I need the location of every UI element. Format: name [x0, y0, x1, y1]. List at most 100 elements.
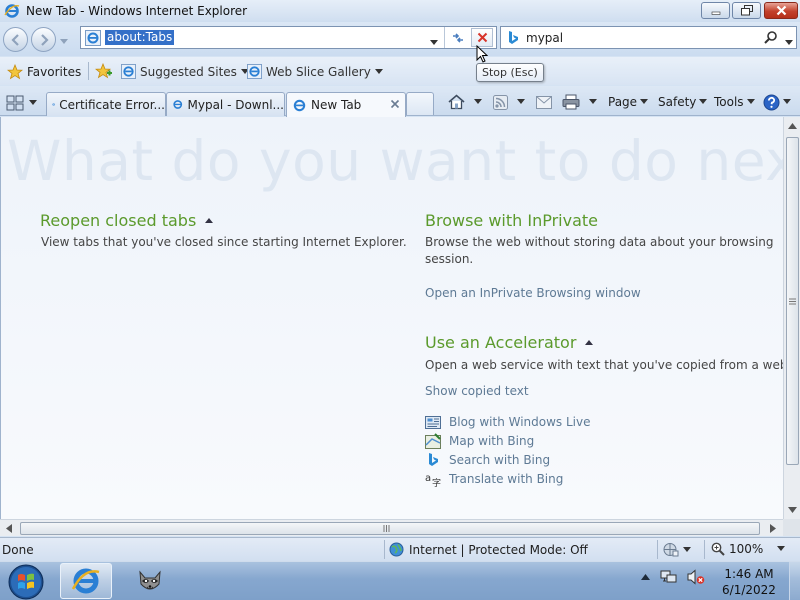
show-hidden-icons-icon[interactable]	[641, 574, 650, 580]
windows-live-icon	[425, 416, 441, 429]
minimize-button[interactable]	[701, 2, 730, 19]
recent-pages-dropdown[interactable]	[60, 34, 68, 48]
address-bar[interactable]: about:Tabs	[80, 26, 497, 49]
map-icon	[425, 433, 441, 449]
chevron-down-icon	[474, 99, 482, 104]
print-button[interactable]	[562, 92, 597, 112]
accelerator-item-blog[interactable]: Blog with Windows Live	[425, 414, 591, 430]
web-slice-gallery-label: Web Slice Gallery	[266, 64, 371, 79]
new-tab-button[interactable]	[406, 92, 434, 115]
close-tab-button[interactable]	[390, 98, 400, 112]
close-icon	[390, 99, 400, 109]
accelerator-item-search[interactable]: Search with Bing	[425, 452, 550, 468]
internet-explorer-icon	[71, 568, 100, 594]
taskbar-internet-explorer[interactable]	[60, 563, 112, 599]
add-favorite-icon	[94, 62, 112, 79]
tab-label: Mypal - Downl...	[187, 97, 285, 112]
accelerator-label: Translate with Bing	[449, 472, 564, 486]
search-text[interactable]: mypal	[526, 31, 563, 45]
speaker-muted-icon[interactable]	[687, 569, 705, 585]
address-dropdown[interactable]	[430, 35, 438, 49]
scroll-up-icon[interactable]	[788, 123, 797, 129]
scrollbar-corner	[783, 519, 800, 536]
pop-up-blocker-button[interactable]	[663, 542, 691, 557]
accelerator-label: Search with Bing	[449, 453, 551, 467]
system-tray	[641, 569, 705, 585]
help-button[interactable]	[763, 92, 791, 112]
search-box[interactable]: mypal	[500, 26, 797, 49]
show-desktop-button[interactable]	[789, 562, 800, 600]
mouse-cursor-icon	[476, 44, 489, 67]
accelerator-item-translate[interactable]: a字 Translate with Bing	[425, 471, 563, 487]
vertical-scrollbar[interactable]	[783, 117, 800, 519]
accelerator-label: Map with Bing	[449, 434, 535, 448]
chevron-down-icon	[517, 99, 525, 104]
home-button[interactable]	[448, 92, 482, 112]
network-icon[interactable]	[660, 569, 677, 585]
start-button[interactable]	[5, 562, 47, 600]
clock[interactable]: 1:46 AM 6/1/2022	[712, 566, 786, 598]
accelerator-item-map[interactable]: Map with Bing	[425, 433, 534, 449]
reopen-title: Reopen closed tabs	[40, 211, 197, 230]
forward-button[interactable]	[31, 27, 56, 52]
vertical-scroll-thumb[interactable]	[786, 137, 799, 465]
safety-menu[interactable]: Safety	[658, 92, 708, 112]
tab-bar: Certificate Error... Mypal - Downl... Ne…	[0, 86, 800, 117]
security-zone[interactable]: Internet | Protected Mode: Off	[389, 542, 588, 557]
horizontal-scroll-thumb[interactable]	[20, 522, 760, 535]
horizontal-scrollbar[interactable]	[0, 519, 783, 536]
web-slice-gallery-button[interactable]: Web Slice Gallery	[247, 64, 383, 79]
add-to-favorites-bar-button[interactable]	[94, 62, 113, 82]
clock-date: 6/1/2022	[722, 583, 776, 597]
scroll-left-icon[interactable]	[6, 524, 12, 533]
arrow-right-icon	[40, 33, 49, 46]
page-menu[interactable]: Page	[608, 92, 649, 112]
divider	[704, 540, 705, 559]
read-mail-button[interactable]	[536, 92, 552, 112]
restore-button[interactable]	[732, 2, 761, 19]
tools-menu[interactable]: Tools	[714, 92, 755, 112]
svg-text:a: a	[425, 473, 431, 484]
use-accelerator-heading[interactable]: Use an Accelerator	[425, 333, 594, 352]
page-icon	[121, 64, 136, 79]
favorites-button[interactable]: Favorites	[4, 61, 81, 82]
chevron-down-icon	[430, 40, 438, 45]
scroll-down-icon[interactable]	[788, 507, 797, 513]
window-title: New Tab - Windows Internet Explorer	[26, 4, 248, 18]
address-text[interactable]: about:Tabs	[105, 30, 175, 45]
mail-icon	[536, 95, 552, 109]
show-copied-text-link[interactable]: Show copied text	[425, 384, 529, 398]
accelerator-label: Blog with Windows Live	[449, 415, 591, 429]
status-bar: Done Internet | Protected Mode: Off 100%	[0, 537, 800, 561]
chevron-down-icon	[777, 546, 786, 551]
home-icon	[448, 94, 465, 110]
feeds-button[interactable]	[493, 92, 525, 112]
page-icon	[52, 103, 55, 106]
open-inprivate-link[interactable]: Open an InPrivate Browsing window	[425, 286, 641, 300]
tab-mypal-download[interactable]: Mypal - Downl...	[166, 92, 285, 116]
refresh-button[interactable]	[447, 28, 469, 47]
navigation-bar: about:Tabs mypal	[0, 22, 800, 56]
search-icon[interactable]	[763, 30, 778, 48]
back-button[interactable]	[3, 27, 28, 52]
quick-tabs-button[interactable]	[6, 93, 44, 112]
suggested-sites-button[interactable]: Suggested Sites	[121, 64, 249, 79]
tab-certificate-error[interactable]: Certificate Error...	[46, 92, 166, 116]
tab-new-tab[interactable]: New Tab	[286, 92, 406, 117]
title-bar: New Tab - Windows Internet Explorer	[0, 0, 800, 22]
status-text: Done	[2, 543, 34, 557]
page-icon	[293, 99, 306, 111]
reopen-description: View tabs that you've closed since start…	[41, 235, 407, 249]
scroll-right-icon[interactable]	[770, 524, 776, 533]
search-options-dropdown[interactable]	[785, 35, 793, 49]
zoom-control[interactable]: 100%	[711, 542, 786, 556]
page-icon	[173, 100, 183, 109]
close-window-button[interactable]	[764, 2, 798, 19]
chevron-down-icon	[746, 99, 755, 104]
safety-menu-label: Safety	[658, 95, 697, 109]
reopen-closed-tabs-heading[interactable]: Reopen closed tabs	[40, 211, 214, 230]
new-tab-page: What do you want to do next? Reopen clos…	[0, 117, 783, 519]
quick-tabs-icon	[6, 95, 24, 110]
clock-time: 1:46 AM	[724, 567, 774, 581]
taskbar-raccoon-app[interactable]	[124, 563, 176, 599]
